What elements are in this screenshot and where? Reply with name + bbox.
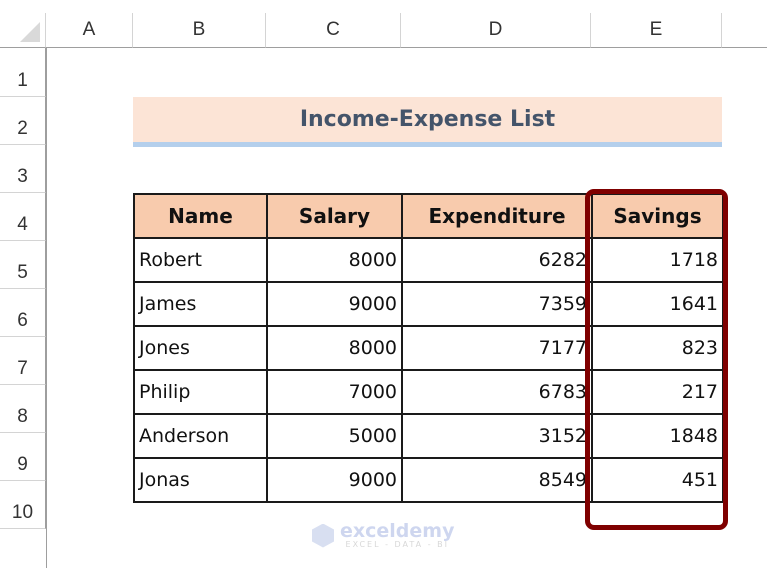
- watermark-brand: exceldemy: [340, 520, 455, 542]
- cell-name[interactable]: Anderson: [133, 413, 268, 459]
- cell-salary[interactable]: 7000: [266, 369, 403, 415]
- header-name[interactable]: Name: [133, 193, 268, 239]
- table-row: Robert 8000 6282 1718: [133, 237, 724, 283]
- column-header-e[interactable]: E: [591, 13, 722, 48]
- cell-salary[interactable]: 8000: [266, 325, 403, 371]
- cell-savings[interactable]: 1718: [591, 237, 724, 283]
- cell-name[interactable]: Jonas: [133, 457, 268, 503]
- header-expenditure[interactable]: Expenditure: [401, 193, 593, 239]
- cell-savings[interactable]: 217: [591, 369, 724, 415]
- cell-expenditure[interactable]: 7359: [401, 281, 593, 327]
- cell-salary[interactable]: 9000: [266, 457, 403, 503]
- cell-savings[interactable]: 451: [591, 457, 724, 503]
- cell-expenditure[interactable]: 7177: [401, 325, 593, 371]
- table-row: Anderson 5000 3152 1848: [133, 413, 724, 459]
- title-underline: [133, 142, 722, 147]
- cell-savings[interactable]: 823: [591, 325, 724, 371]
- cell-salary[interactable]: 9000: [266, 281, 403, 327]
- column-header-d[interactable]: D: [401, 13, 591, 48]
- cell-expenditure[interactable]: 8549: [401, 457, 593, 503]
- row-header-8[interactable]: 8: [0, 385, 46, 433]
- column-header-a[interactable]: A: [46, 13, 133, 48]
- row-header-4[interactable]: 4: [0, 193, 46, 241]
- column-header-f-partial[interactable]: [722, 13, 767, 48]
- select-all-corner[interactable]: [0, 13, 46, 48]
- column-header-b[interactable]: B: [133, 13, 266, 48]
- table-header-row: Name Salary Expenditure Savings: [133, 193, 724, 239]
- row-header-divider: [46, 48, 47, 568]
- table-row: James 9000 7359 1641: [133, 281, 724, 327]
- cell-salary[interactable]: 5000: [266, 413, 403, 459]
- sheet-title[interactable]: Income-Expense List: [133, 97, 722, 142]
- cell-savings[interactable]: 1641: [591, 281, 724, 327]
- cell-name[interactable]: Jones: [133, 325, 268, 371]
- cell-savings[interactable]: 1848: [591, 413, 724, 459]
- cell-expenditure[interactable]: 6282: [401, 237, 593, 283]
- table-row: Jones 8000 7177 823: [133, 325, 724, 371]
- exceldemy-logo-icon: [312, 523, 334, 548]
- row-header-3[interactable]: 3: [0, 145, 46, 193]
- header-salary[interactable]: Salary: [266, 193, 403, 239]
- table-row: Jonas 9000 8549 451: [133, 457, 724, 503]
- cell-name[interactable]: Philip: [133, 369, 268, 415]
- income-expense-table: Name Salary Expenditure Savings Robert 8…: [133, 193, 724, 503]
- cell-expenditure[interactable]: 6783: [401, 369, 593, 415]
- cell-expenditure[interactable]: 3152: [401, 413, 593, 459]
- cell-name[interactable]: Robert: [133, 237, 268, 283]
- watermark-tagline: EXCEL - DATA - BI: [345, 540, 449, 549]
- row-header-2[interactable]: 2: [0, 97, 46, 145]
- cell-salary[interactable]: 8000: [266, 237, 403, 283]
- header-savings[interactable]: Savings: [591, 193, 724, 239]
- cell-name[interactable]: James: [133, 281, 268, 327]
- row-header-1[interactable]: 1: [0, 48, 46, 97]
- watermark: exceldemy EXCEL - DATA - BI: [312, 522, 454, 549]
- table-row: Philip 7000 6783 217: [133, 369, 724, 415]
- column-header-c[interactable]: C: [266, 13, 401, 48]
- row-header-10[interactable]: 10: [0, 481, 46, 529]
- select-all-triangle-icon: [20, 22, 40, 42]
- row-header-9[interactable]: 9: [0, 433, 46, 481]
- row-header-5[interactable]: 5: [0, 241, 46, 289]
- row-header-7[interactable]: 7: [0, 337, 46, 385]
- row-header-6[interactable]: 6: [0, 289, 46, 337]
